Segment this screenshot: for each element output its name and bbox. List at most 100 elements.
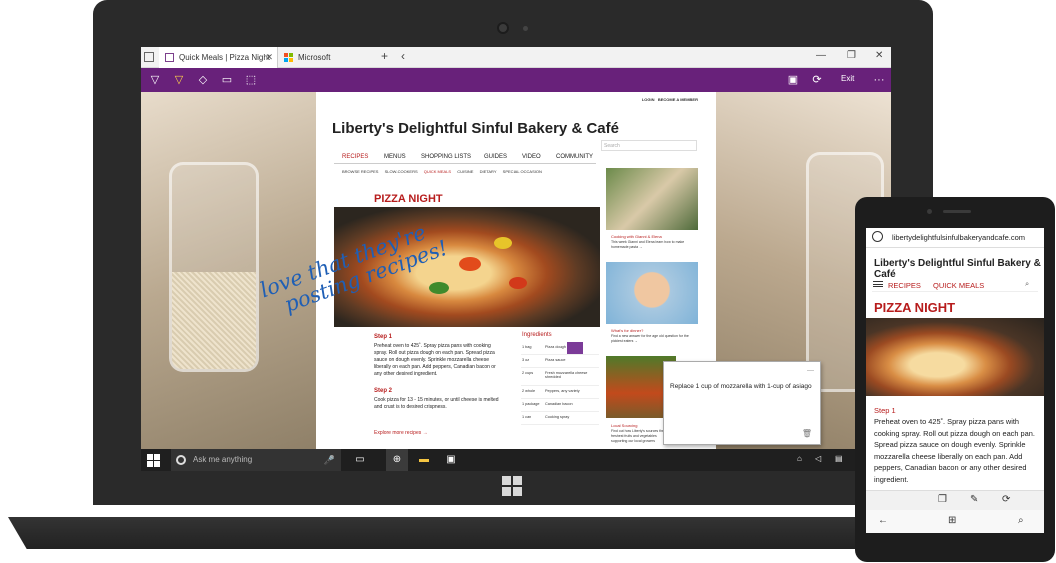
subnav-item-active[interactable]: QUICK MEALS: [424, 169, 451, 174]
ingredient-qty: 1 bag: [522, 345, 532, 349]
highlighter-icon[interactable]: ▽: [171, 72, 187, 88]
save-icon[interactable]: ▣: [785, 72, 801, 88]
tab-quick-meals[interactable]: Quick Meals | Pizza Night ✕: [159, 47, 277, 68]
store-icon[interactable]: ▣: [444, 453, 458, 467]
comment-note[interactable]: — Replace 1 cup of mozzarella with 1-cup…: [663, 361, 821, 445]
comment-marker-icon[interactable]: [567, 342, 583, 354]
phone-screen: libertydelightfulsinfulbakeryandcafe.com…: [866, 228, 1044, 533]
nav-recipes[interactable]: RECIPES: [342, 154, 368, 160]
start-button[interactable]: [147, 454, 160, 467]
subnav-item[interactable]: SPECIAL OCCASION: [503, 169, 542, 174]
phone-nav-quick-meals[interactable]: QUICK MEALS: [933, 281, 984, 290]
tab-list-icon[interactable]: [144, 52, 154, 62]
step1-title: Step 1: [374, 334, 393, 340]
subnav-item[interactable]: CUISINE: [457, 169, 473, 174]
volume-icon[interactable]: ◁: [815, 454, 821, 463]
sub-nav: BROWSE RECIPES SLOW-COOKERS QUICK MEALS …: [342, 169, 547, 174]
search-icon[interactable]: ⌕: [1025, 279, 1029, 289]
phone-address-bar[interactable]: libertydelightfulsinfulbakeryandcafe.com: [866, 228, 1044, 248]
ingredient-row: 1 can Cooking spray: [521, 412, 599, 425]
more-icon[interactable]: ···: [871, 72, 887, 88]
phone-speaker: [943, 210, 971, 213]
member-link[interactable]: BECOME A MEMBER: [658, 97, 698, 102]
add-note-icon[interactable]: ▭: [219, 72, 235, 88]
step1-text: Preheat oven to 425˚. Spray pizza pans w…: [374, 343, 496, 377]
network-icon[interactable]: ⌂: [797, 454, 802, 463]
search-icon[interactable]: ⌕: [1018, 515, 1024, 526]
sidebar-title[interactable]: Cooking with Gianni & Elena: [611, 234, 662, 239]
subnav-item[interactable]: BROWSE RECIPES: [342, 169, 378, 174]
close-window-icon[interactable]: ✕: [875, 50, 883, 61]
login-link[interactable]: LOGIN: [642, 97, 655, 102]
share-icon[interactable]: ⟳: [809, 72, 825, 88]
sidebar-text: This week Gianni and Elena learn how to …: [611, 240, 685, 249]
nav-menus[interactable]: MENUS: [384, 154, 406, 160]
sidebar-text: Find out how Liberty's sources the fresh…: [611, 429, 665, 443]
tab-microsoft[interactable]: Microsoft: [277, 47, 377, 68]
close-tab-icon[interactable]: ✕: [265, 47, 273, 68]
minimize-icon[interactable]: —: [816, 50, 826, 61]
browser-tab-bar: Quick Meals | Pizza Night ✕ Microsoft + …: [141, 47, 891, 68]
delete-note-icon[interactable]: 🗑: [802, 429, 812, 438]
microphone-icon[interactable]: 🎤: [324, 449, 335, 471]
eraser-icon[interactable]: ◇: [195, 72, 211, 88]
explore-recipes-link[interactable]: Explore more recipes →: [374, 430, 428, 436]
subnav-item[interactable]: SLOW-COOKERS: [385, 169, 418, 174]
nav-community[interactable]: COMMUNITY: [556, 154, 593, 160]
clip-icon[interactable]: ⬚: [243, 72, 259, 88]
hamburger-menu-icon[interactable]: [873, 281, 883, 287]
pen-icon[interactable]: ▽: [147, 72, 163, 88]
ingredients-title: Ingredients: [522, 332, 552, 338]
sidebar-title[interactable]: What's for dinner?: [611, 328, 643, 333]
tab-scroll-back-icon[interactable]: ‹: [401, 49, 405, 63]
restore-icon[interactable]: ❐: [847, 50, 856, 61]
windows-start-icon[interactable]: ⊞: [948, 515, 956, 526]
nav-video[interactable]: VIDEO: [522, 154, 541, 160]
collapse-note-icon[interactable]: —: [807, 367, 814, 374]
notification-icon[interactable]: ▤: [835, 454, 843, 463]
cooking-photo: [606, 168, 698, 230]
sidebar-title[interactable]: Local Sourcing: [611, 423, 637, 428]
taskbar: Ask me anything 🎤 ▭ ⊕ ▬ ▣ ⌂ ◁ ▤: [141, 449, 891, 471]
nav-guides[interactable]: GUIDES: [484, 154, 507, 160]
step2-title: Step 2: [374, 388, 393, 394]
phone-pizza-photo: [866, 318, 1044, 396]
microsoft-logo-icon: [284, 53, 293, 62]
page-icon: [165, 53, 174, 62]
tab-label: Microsoft: [298, 53, 331, 62]
ingredient-qty: 2 cups: [522, 371, 534, 375]
share-icon[interactable]: ⟳: [1002, 494, 1010, 505]
file-explorer-icon[interactable]: ▬: [417, 453, 431, 467]
ingredient-qty: 3 oz: [522, 358, 530, 362]
child-photo: [606, 262, 698, 324]
task-view-icon[interactable]: ▭: [353, 453, 367, 467]
cortana-search-input[interactable]: Ask me anything 🎤: [171, 449, 341, 471]
ingredient-name: Cooking spray: [545, 415, 570, 419]
windows-logo-icon: [502, 476, 522, 496]
phone-nav-recipes[interactable]: RECIPES: [888, 281, 921, 290]
tab-label: Quick Meals | Pizza Night: [179, 53, 270, 62]
pepper-slice: [494, 237, 512, 249]
exit-button[interactable]: Exit: [841, 74, 854, 83]
account-links: LOGIN BECOME A MEMBER: [642, 97, 698, 102]
pepper-slice: [429, 282, 449, 294]
rice: [172, 272, 256, 369]
new-tab-button[interactable]: +: [381, 49, 388, 63]
comment-text[interactable]: Replace 1 cup of mozzarella with 1-cup o…: [670, 383, 814, 390]
phone-app-bar: ❐ ✎ ⟳: [866, 490, 1044, 510]
ingredient-qty: 2 whole: [522, 389, 536, 393]
edge-browser-icon[interactable]: ⊕: [386, 449, 408, 471]
phone-step1-title: Step 1: [874, 406, 896, 415]
site-search-input[interactable]: Search: [601, 140, 697, 151]
ingredient-row: 1 package Canadian bacon: [521, 399, 599, 412]
back-arrow-icon[interactable]: ←: [878, 515, 888, 526]
subnav-item[interactable]: DIETARY: [480, 169, 497, 174]
step2-text: Cook pizza for 13 - 15 minutes, or until…: [374, 397, 499, 410]
ingredient-qty: 1 package: [522, 402, 540, 406]
ingredient-name: Fresh mozzarella cheese shredded: [545, 371, 588, 379]
nav-shopping-lists[interactable]: SHOPPING LISTS: [421, 154, 471, 160]
refresh-icon[interactable]: [872, 231, 883, 242]
url-text[interactable]: libertydelightfulsinfulbakeryandcafe.com: [892, 233, 1025, 242]
web-note-icon[interactable]: ✎: [970, 494, 978, 505]
tabs-icon[interactable]: ❐: [938, 494, 947, 505]
